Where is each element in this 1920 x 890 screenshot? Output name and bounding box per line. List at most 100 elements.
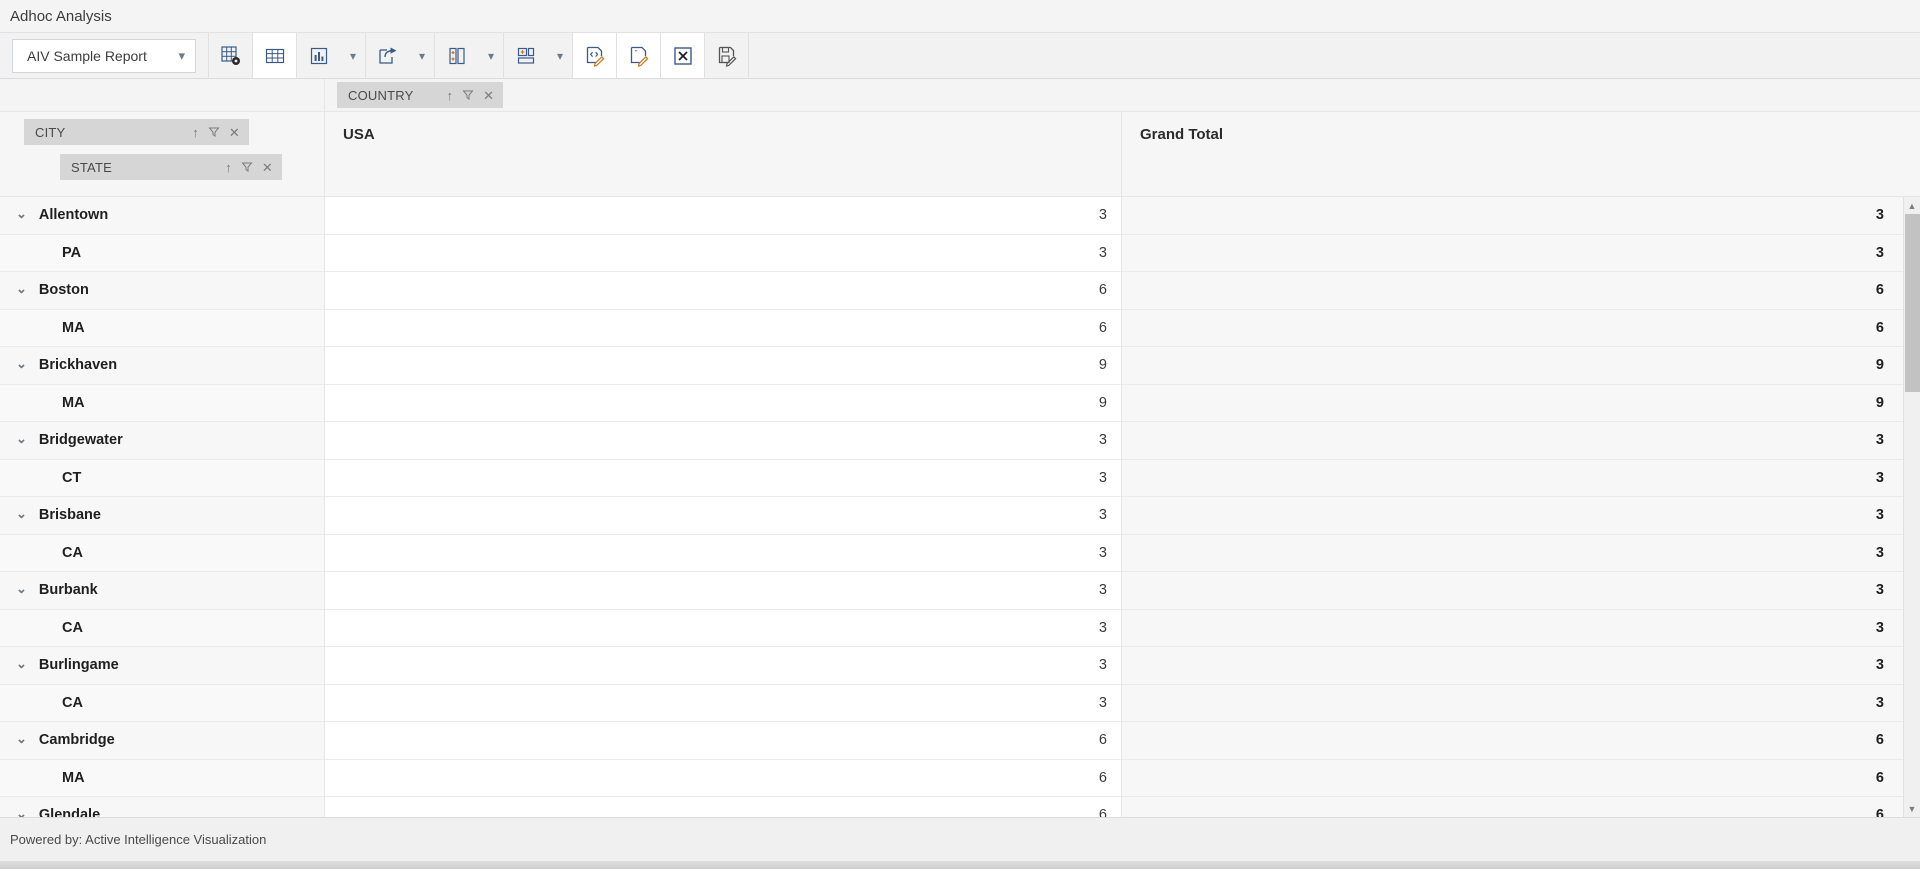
grid-cell-grand-total[interactable]: 3 [1122, 197, 1920, 235]
filter-icon[interactable] [208, 126, 220, 138]
grid-settings-button[interactable] [208, 33, 252, 78]
chart-button-group: ▾ [296, 33, 365, 78]
close-icon[interactable]: ✕ [229, 126, 240, 139]
column-header-usa[interactable]: USA [325, 112, 1122, 196]
grid-cell-usa[interactable]: 3 [325, 197, 1121, 235]
grid-cell-usa[interactable]: 6 [325, 272, 1121, 310]
table-view-button[interactable] [252, 33, 296, 78]
grid-cell-grand-total[interactable]: 9 [1122, 384, 1920, 422]
grid-cell-usa[interactable]: 3 [325, 572, 1121, 610]
grid-cell-usa[interactable]: 6 [325, 797, 1121, 817]
field-chip-state[interactable]: STATE ↑ ✕ [60, 154, 282, 180]
grid-cell-grand-total[interactable]: 3 [1122, 497, 1920, 535]
chevron-down-icon: ▾ [178, 48, 185, 63]
grid-cell-grand-total[interactable]: 3 [1122, 534, 1920, 572]
triangle-down-icon[interactable]: ▼ [1904, 800, 1920, 817]
grid-cell-usa[interactable]: 3 [325, 422, 1121, 460]
chart-button[interactable] [297, 46, 341, 66]
add-row-dropdown-caret[interactable]: ▾ [548, 49, 572, 63]
grid-cell-grand-total[interactable]: 3 [1122, 647, 1920, 685]
grid-cell-grand-total[interactable]: 3 [1122, 684, 1920, 722]
pivot-column-field-zone[interactable]: COUNTRY ↑ ✕ [325, 79, 1920, 111]
sort-asc-icon[interactable]: ↑ [192, 126, 199, 139]
grid-cell-grand-total[interactable]: 3 [1122, 234, 1920, 272]
pivot-column-header-row: CITY ↑ ✕ STATE ↑ ✕ USA Grand Total [0, 112, 1920, 197]
scrollbar-track[interactable] [1904, 214, 1920, 800]
grid-row-label: Brisbane [38, 507, 101, 524]
grid-cell-grand-total[interactable]: 6 [1122, 272, 1920, 310]
filter-icon[interactable] [241, 161, 253, 173]
grid-cell-usa[interactable]: 6 [325, 759, 1121, 797]
report-select-wrapper: AIV Sample Report ▾ [0, 33, 208, 78]
close-report-button[interactable] [660, 33, 704, 78]
grid-cell-grand-total[interactable]: 6 [1122, 759, 1920, 797]
grid-cell-usa[interactable]: 3 [325, 497, 1121, 535]
grid-cell-grand-total[interactable]: 6 [1122, 797, 1920, 817]
app-title-bar: Adhoc Analysis [0, 0, 1920, 33]
grid-cell-usa[interactable]: 3 [325, 684, 1121, 722]
save-report-button[interactable] [704, 33, 748, 78]
sort-asc-icon[interactable]: ↑ [446, 89, 453, 102]
grid-row-city[interactable]: ⌄ Glendale [0, 797, 324, 817]
grid-cell-usa[interactable]: 3 [325, 459, 1121, 497]
field-chip-country[interactable]: COUNTRY ↑ ✕ [337, 82, 504, 108]
grid-cell-usa[interactable]: 3 [325, 647, 1121, 685]
chevron-down-icon[interactable]: ⌄ [16, 356, 27, 372]
chevron-down-icon[interactable]: ⌄ [16, 731, 27, 747]
grid-row-city[interactable]: ⌄ Boston [0, 272, 324, 310]
grid-cell-grand-total[interactable]: 9 [1122, 347, 1920, 385]
close-icon[interactable]: ✕ [483, 89, 494, 102]
scrollbar-thumb[interactable] [1904, 214, 1920, 392]
grid-cell-usa[interactable]: 3 [325, 234, 1121, 272]
grid-cell-usa[interactable]: 3 [325, 609, 1121, 647]
filter-icon[interactable] [462, 89, 474, 101]
add-row-button[interactable] [504, 46, 548, 66]
export-dropdown-caret[interactable]: ▾ [410, 49, 434, 63]
vertical-scrollbar[interactable]: ▲ ▼ [1903, 197, 1920, 817]
grid-cell-grand-total[interactable]: 6 [1122, 309, 1920, 347]
chevron-down-icon[interactable]: ⌄ [16, 656, 27, 672]
grid-cell-usa[interactable]: 9 [325, 384, 1121, 422]
triangle-up-icon[interactable]: ▲ [1904, 197, 1920, 214]
grid-cell-grand-total[interactable]: 3 [1122, 459, 1920, 497]
export-share-button[interactable] [366, 46, 410, 66]
chevron-down-icon[interactable]: ⌄ [16, 506, 27, 522]
grid-cell-grand-total[interactable]: 3 [1122, 572, 1920, 610]
add-column-dropdown-caret[interactable]: ▾ [479, 49, 503, 63]
grid-cell-grand-total[interactable]: 6 [1122, 722, 1920, 760]
grid-row-city[interactable]: ⌄ Brisbane [0, 497, 324, 535]
chevron-down-icon[interactable]: ⌄ [16, 206, 27, 222]
chevron-down-icon[interactable]: ⌄ [16, 806, 27, 817]
sort-asc-icon[interactable]: ↑ [225, 161, 232, 174]
footer-powered-by-text: Powered by: Active Intelligence Visualiz… [10, 832, 267, 847]
grid-row-city[interactable]: ⌄ Brickhaven [0, 347, 324, 385]
chevron-down-icon[interactable]: ⌄ [16, 281, 27, 297]
edit-expression-button[interactable] [572, 33, 616, 78]
add-column-button[interactable] [435, 46, 479, 66]
edit-text-button[interactable]: ” [616, 33, 660, 78]
close-icon[interactable]: ✕ [262, 161, 273, 174]
grid-cell-grand-total[interactable]: 3 [1122, 609, 1920, 647]
grid-cell-usa[interactable]: 9 [325, 347, 1121, 385]
grid-row-city[interactable]: ⌄ Bridgewater [0, 422, 324, 460]
grid-row-label: Bridgewater [38, 432, 123, 449]
grid-row-city[interactable]: ⌄ Allentown [0, 197, 324, 235]
field-chip-city[interactable]: CITY ↑ ✕ [24, 119, 249, 145]
grid-row-city[interactable]: ⌄ Burlingame [0, 647, 324, 685]
grid-cell-grand-total[interactable]: 3 [1122, 422, 1920, 460]
chevron-down-icon[interactable]: ⌄ [16, 581, 27, 597]
column-header-grand-total[interactable]: Grand Total [1122, 112, 1920, 196]
chevron-down-icon[interactable]: ⌄ [16, 431, 27, 447]
pivot-top-left-blank [0, 79, 325, 111]
code-edit-icon [586, 46, 604, 67]
grid-row-city[interactable]: ⌄ Cambridge [0, 722, 324, 760]
grid-cell-usa[interactable]: 3 [325, 534, 1121, 572]
grid-row-city[interactable]: ⌄ Burbank [0, 572, 324, 610]
pivot-row-fields-header: CITY ↑ ✕ STATE ↑ ✕ [0, 112, 325, 196]
chevron-down-icon: ▾ [556, 48, 564, 63]
grid-row-label: Burbank [38, 582, 98, 599]
report-select[interactable]: AIV Sample Report ▾ [12, 38, 196, 73]
chart-dropdown-caret[interactable]: ▾ [341, 49, 365, 63]
grid-cell-usa[interactable]: 6 [325, 309, 1121, 347]
grid-cell-usa[interactable]: 6 [325, 722, 1121, 760]
